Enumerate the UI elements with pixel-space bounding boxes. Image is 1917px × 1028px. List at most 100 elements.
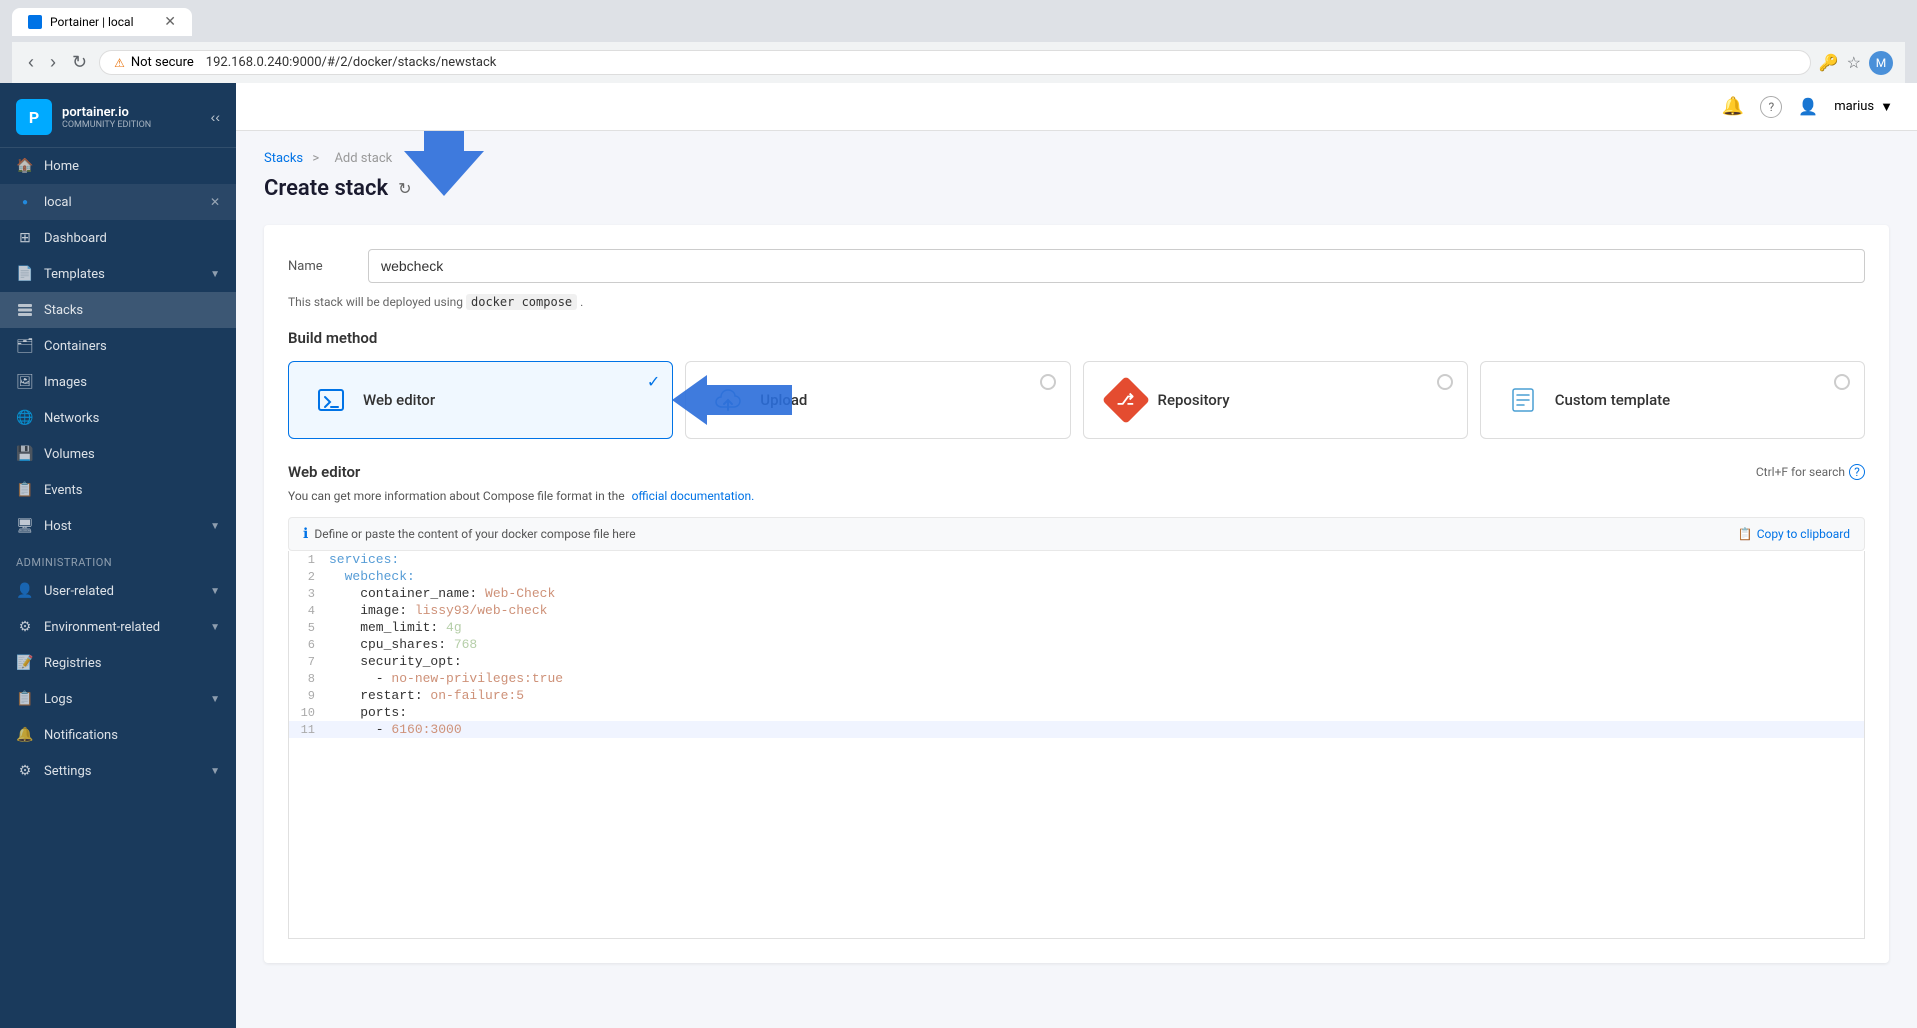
line-number-7: 7 (289, 655, 329, 669)
sidebar-item-stacks[interactable]: Stacks (0, 292, 236, 328)
we-note: You can get more information about Compo… (288, 489, 1865, 503)
official-docs-link[interactable]: official documentation. (632, 489, 755, 503)
code-line-1: 1 services: (289, 551, 1864, 568)
sidebar-item-dashboard[interactable]: ⊞ Dashboard (0, 220, 236, 256)
sidebar-label-events: Events (44, 483, 82, 498)
tab-favicon (28, 15, 42, 29)
sidebar-item-home[interactable]: 🏠 Home (0, 148, 236, 184)
line-content-5: mem_limit: 4g (329, 620, 462, 635)
admin-section-label: Administration (0, 544, 236, 573)
line-content-3: container_name: Web-Check (329, 586, 555, 601)
main-area: 🔔 ? 👤 marius ▼ Stacks > Add stack Create… (236, 83, 1917, 1028)
build-card-web-editor[interactable]: ✓ Web editor (288, 361, 673, 439)
templates-icon: 📄 (16, 265, 34, 283)
web-editor-section: Web editor Ctrl+F for search ? You can g… (288, 463, 1865, 939)
line-number-1: 1 (289, 553, 329, 567)
code-line-2: 2 webcheck: (289, 568, 1864, 585)
build-method-label: Build method (288, 329, 1865, 347)
sidebar-item-registries[interactable]: 📝 Registries (0, 645, 236, 681)
sidebar-label-logs: Logs (44, 692, 72, 707)
upload-radio (1040, 374, 1056, 390)
we-section-header: Web editor Ctrl+F for search ? (288, 463, 1865, 481)
environment-related-icon: ⚙ (16, 618, 34, 636)
sidebar-item-containers[interactable]: 🗂 Containers (0, 328, 236, 364)
help-icon[interactable]: ? (1760, 96, 1782, 118)
back-button[interactable]: ‹ (24, 48, 38, 77)
host-icon: 🖥 (16, 517, 34, 535)
bookmark-icon[interactable]: ☆ (1847, 53, 1861, 72)
we-info-bar: ℹ Define or paste the content of your do… (288, 517, 1865, 551)
local-env-close-icon[interactable]: ✕ (210, 195, 220, 209)
browser-chrome: Portainer | local ✕ ‹ › ↻ ⚠ Not secure 1… (0, 0, 1917, 83)
sidebar-item-notifications[interactable]: 🔔 Notifications (0, 717, 236, 753)
registries-icon: 📝 (16, 654, 34, 672)
code-editor[interactable]: 1 services: 2 webcheck: 3 container_name… (288, 551, 1865, 939)
sidebar-item-logs[interactable]: 📋 Logs ▼ (0, 681, 236, 717)
account-icon[interactable]: 👤 (1798, 97, 1818, 116)
line-number-4: 4 (289, 604, 329, 618)
sidebar-logo-text: portainer.io COMMUNITY EDITION (62, 105, 151, 130)
sidebar-item-local[interactable]: ● local ✕ (0, 184, 236, 220)
volumes-icon: 💾 (16, 445, 34, 463)
line-content-6: cpu_shares: 768 (329, 637, 477, 652)
sidebar-item-host[interactable]: 🖥 Host ▼ (0, 508, 236, 544)
web-editor-label: Web editor (363, 391, 435, 409)
tab-title: Portainer | local (50, 15, 134, 29)
repository-label: Repository (1158, 391, 1230, 409)
create-stack-card: Name This stack will be deployed using d… (264, 225, 1889, 963)
user-related-chevron-icon: ▼ (210, 586, 220, 597)
upload-label: Upload (760, 391, 807, 409)
browser-tab[interactable]: Portainer | local ✕ (12, 8, 192, 36)
ctrl-f-help-icon: ? (1849, 464, 1865, 480)
forward-button[interactable]: › (46, 48, 60, 77)
build-card-custom-template[interactable]: Custom template (1480, 361, 1865, 439)
breadcrumb-separator: > (312, 151, 319, 166)
breadcrumb-stacks-link[interactable]: Stacks (264, 151, 303, 166)
reload-button[interactable]: ↻ (68, 48, 91, 77)
code-line-7: 7 security_opt: (289, 653, 1864, 670)
profile-icon[interactable]: M (1869, 51, 1893, 75)
browser-toolbar: ‹ › ↻ ⚠ Not secure 192.168.0.240:9000/#/… (12, 42, 1905, 83)
we-info-message: Define or paste the content of your dock… (314, 527, 635, 541)
notification-bell-icon[interactable]: 🔔 (1722, 96, 1744, 117)
breadcrumb: Stacks > Add stack (264, 151, 1889, 166)
sidebar-item-templates[interactable]: 📄 Templates ▼ (0, 256, 236, 292)
sidebar-item-environment-related[interactable]: ⚙ Environment-related ▼ (0, 609, 236, 645)
line-number-3: 3 (289, 587, 329, 601)
security-warning: ⚠ (114, 56, 125, 70)
password-icon[interactable]: 🔑 (1819, 53, 1839, 72)
copy-to-clipboard-button[interactable]: 📋 Copy to clipboard (1738, 527, 1850, 541)
sidebar-label-notifications: Notifications (44, 728, 118, 743)
sidebar-label-images: Images (44, 375, 87, 390)
sidebar-item-images[interactable]: 🖼 Images (0, 364, 236, 400)
line-number-8: 8 (289, 672, 329, 686)
tab-close-button[interactable]: ✕ (164, 14, 176, 30)
sidebar-label-home: Home (44, 159, 79, 174)
browser-tabs: Portainer | local ✕ (12, 8, 1905, 36)
build-card-upload[interactable]: Upload (685, 361, 1070, 439)
sidebar-item-events[interactable]: 📋 Events (0, 472, 236, 508)
sidebar-collapse-button[interactable]: ‹‹ (211, 109, 220, 125)
sidebar-label-dashboard: Dashboard (44, 231, 107, 246)
sidebar-item-networks[interactable]: 🌐 Networks (0, 400, 236, 436)
sidebar-logo: P portainer.io COMMUNITY EDITION ‹‹ (0, 83, 236, 148)
logo-subtitle: COMMUNITY EDITION (62, 120, 151, 130)
line-number-9: 9 (289, 689, 329, 703)
refresh-icon[interactable]: ↻ (398, 179, 411, 198)
web-editor-check-icon: ✓ (647, 372, 660, 391)
address-bar[interactable]: ⚠ Not secure 192.168.0.240:9000/#/2/dock… (99, 50, 1811, 75)
stacks-icon (16, 301, 34, 319)
sidebar-item-volumes[interactable]: 💾 Volumes (0, 436, 236, 472)
sidebar-item-user-related[interactable]: 👤 User-related ▼ (0, 573, 236, 609)
editor-empty-area[interactable] (289, 738, 1864, 938)
logs-icon: 📋 (16, 690, 34, 708)
info-icon: ℹ (303, 526, 308, 542)
name-input[interactable] (368, 249, 1865, 283)
upload-icon (710, 382, 746, 418)
sidebar-item-settings[interactable]: ⚙ Settings ▼ (0, 753, 236, 789)
build-card-repository[interactable]: ⎇ Repository (1083, 361, 1468, 439)
templates-chevron-icon: ▼ (210, 269, 220, 280)
settings-icon: ⚙ (16, 762, 34, 780)
topbar-user[interactable]: marius ▼ (1834, 99, 1893, 115)
line-number-6: 6 (289, 638, 329, 652)
